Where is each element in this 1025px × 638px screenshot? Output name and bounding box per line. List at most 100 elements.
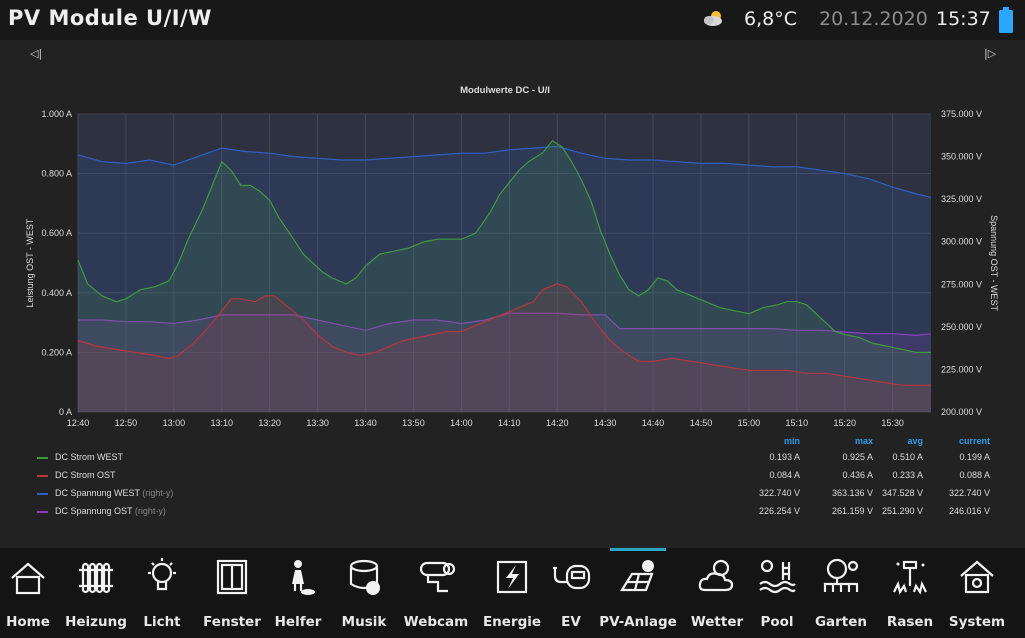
system-house-icon [960, 560, 994, 594]
legend-value-current: 322.740 V [948, 488, 990, 498]
legend-row[interactable]: DC Strom OST 0.084 A 0.436 A 0.233 A 0.088 A [0, 468, 1025, 484]
legend-header-min: min [783, 436, 800, 446]
y-right-tick-label: 375.000 V [941, 109, 982, 119]
legend-row[interactable]: DC Spannung WEST (right-y) 322.740 V 363.1… [0, 486, 1025, 502]
legend-row[interactable]: DC Spannung OST (right-y) 226.254 V 261.15… [0, 504, 1025, 520]
electric-car-icon [553, 564, 591, 590]
y-tick-label: 0.600 A [41, 228, 72, 238]
x-tick-label: 15:10 [786, 418, 809, 428]
legend-header-avg: avg [907, 436, 923, 446]
window-icon [216, 559, 248, 595]
nav-item-webcam[interactable]: Webcam [400, 548, 472, 638]
x-tick-label: 14:20 [546, 418, 569, 428]
legend-value-avg: 347.528 V [881, 488, 923, 498]
solar-panel-icon [620, 560, 654, 592]
nav-item-fenster[interactable]: Fenster [200, 548, 264, 638]
nav-item-ev[interactable]: EV [547, 548, 595, 638]
bottom-navigation: Home Heizung Licht Fenster Helfer Musik Webcam… [0, 548, 1025, 638]
y-right-tick-label: 250.000 V [941, 322, 982, 332]
legend-series-name: DC Strom OST [55, 470, 116, 480]
legend-series-name: DC Spannung OST (right-y) [55, 506, 166, 516]
legend-series-axis-suffix: (right-y) [132, 506, 166, 516]
legend-series-label: DC Spannung OST [55, 506, 133, 516]
legend-value-min: 0.193 A [769, 452, 800, 462]
nav-item-licht[interactable]: Licht [133, 548, 191, 638]
nav-item-helfer[interactable]: Helfer [269, 548, 327, 638]
y-right-axis-label: Spannung OST - WEST [989, 215, 999, 311]
nav-item-label: Licht [143, 614, 181, 630]
y-right-tick-label: 350.000 V [941, 152, 982, 162]
nav-item-home[interactable]: Home [0, 548, 56, 638]
nav-item-pv-anlage[interactable]: PV-Anlage [597, 548, 679, 638]
legend-header-current: current [958, 436, 990, 446]
x-tick-label: 13:40 [354, 418, 377, 428]
legend-value-avg: 0.510 A [892, 452, 923, 462]
nav-item-system[interactable]: System [946, 548, 1008, 638]
legend-value-current: 0.199 A [959, 452, 990, 462]
y-tick-label: 1.000 A [41, 109, 72, 119]
nav-item-musik[interactable]: Musik [335, 548, 393, 638]
x-tick-label: 13:10 [210, 418, 233, 428]
nav-item-wetter[interactable]: Wetter [685, 548, 749, 638]
nav-item-label: System [948, 614, 1006, 630]
speaker-icon [349, 559, 380, 595]
chart-title: Modulwerte DC - U/I [460, 85, 550, 96]
legend-series-label: DC Strom WEST [55, 452, 124, 462]
x-tick-label: 13:20 [258, 418, 281, 428]
x-tick-label: 14:00 [450, 418, 473, 428]
nav-item-label: Garten [814, 614, 868, 630]
legend-value-avg: 251.290 V [881, 506, 923, 516]
legend-series-label: DC Strom OST [55, 470, 116, 480]
nav-item-rasen[interactable]: Rasen [881, 548, 939, 638]
nav-item-garten[interactable]: Garten [810, 548, 872, 638]
legend-value-min: 226.254 V [758, 506, 800, 516]
legend-value-min: 322.740 V [758, 488, 800, 498]
nav-item-label: Energie [482, 614, 542, 630]
lightning-icon [496, 560, 528, 594]
nav-item-label: PV-Anlage [599, 614, 677, 630]
x-tick-label: 15:20 [833, 418, 856, 428]
partly-cloudy-icon [704, 11, 722, 26]
legend-value-min: 0.084 A [769, 470, 800, 480]
nav-item-heizung[interactable]: Heizung [63, 548, 129, 638]
garden-icon [823, 558, 859, 592]
y-right-tick-label: 225.000 V [941, 364, 982, 374]
nav-item-label: Rasen [886, 614, 934, 630]
x-tick-label: 12:50 [115, 418, 138, 428]
pv-line-chart[interactable]: 1.000 A 0.800 A 0.600 A 0.400 A 0.200 A 0 A 37… [0, 40, 1025, 435]
radiator-icon [79, 562, 113, 594]
legend-series-label: DC Spannung WEST [55, 488, 140, 498]
weather-icon [698, 559, 734, 592]
legend-row[interactable]: DC Strom WEST 0.193 A 0.925 A 0.510 A 0.199 … [0, 450, 1025, 466]
legend-series-axis-suffix: (right-y) [139, 488, 174, 498]
legend-series-name: DC Strom WEST [55, 452, 123, 462]
nav-item-label: Wetter [690, 614, 744, 630]
x-tick-label: 14:40 [642, 418, 665, 428]
nav-item-label: Heizung [65, 614, 127, 630]
x-tick-label: 13:00 [163, 418, 186, 428]
x-tick-label: 15:00 [738, 418, 761, 428]
y-right-tick-label: 325.000 V [941, 194, 982, 204]
y-right-tick-label: 200.000 V [941, 407, 982, 417]
y-right-tick-label: 275.000 V [941, 279, 982, 289]
sprinkler-icon [893, 560, 927, 595]
legend-value-avg: 0.233 A [892, 470, 923, 480]
y-tick-label: 0.800 A [41, 169, 72, 179]
header-bar: PV Module U/I/W 6,8°C 20.12.2020 15:37 [0, 0, 1025, 40]
battery-icon [999, 7, 1013, 33]
x-tick-label: 13:50 [402, 418, 425, 428]
legend-color-swatch [37, 511, 48, 513]
security-camera-icon [419, 561, 456, 593]
page-title: PV Module U/I/W [8, 6, 212, 30]
legend-color-swatch [37, 475, 48, 477]
legend-color-swatch [37, 493, 48, 495]
legend-series-name: DC Spannung WEST (right-y) [55, 488, 173, 498]
x-tick-label: 15:30 [881, 418, 904, 428]
nav-item-label: Fenster [203, 614, 261, 630]
nav-item-label: Webcam [403, 614, 469, 630]
light-bulb-icon [148, 558, 176, 591]
nav-item-pool[interactable]: Pool [752, 548, 802, 638]
current-time: 15:37 [936, 8, 991, 30]
legend-value-current: 246.016 V [948, 506, 990, 516]
nav-item-energie[interactable]: Energie [481, 548, 543, 638]
